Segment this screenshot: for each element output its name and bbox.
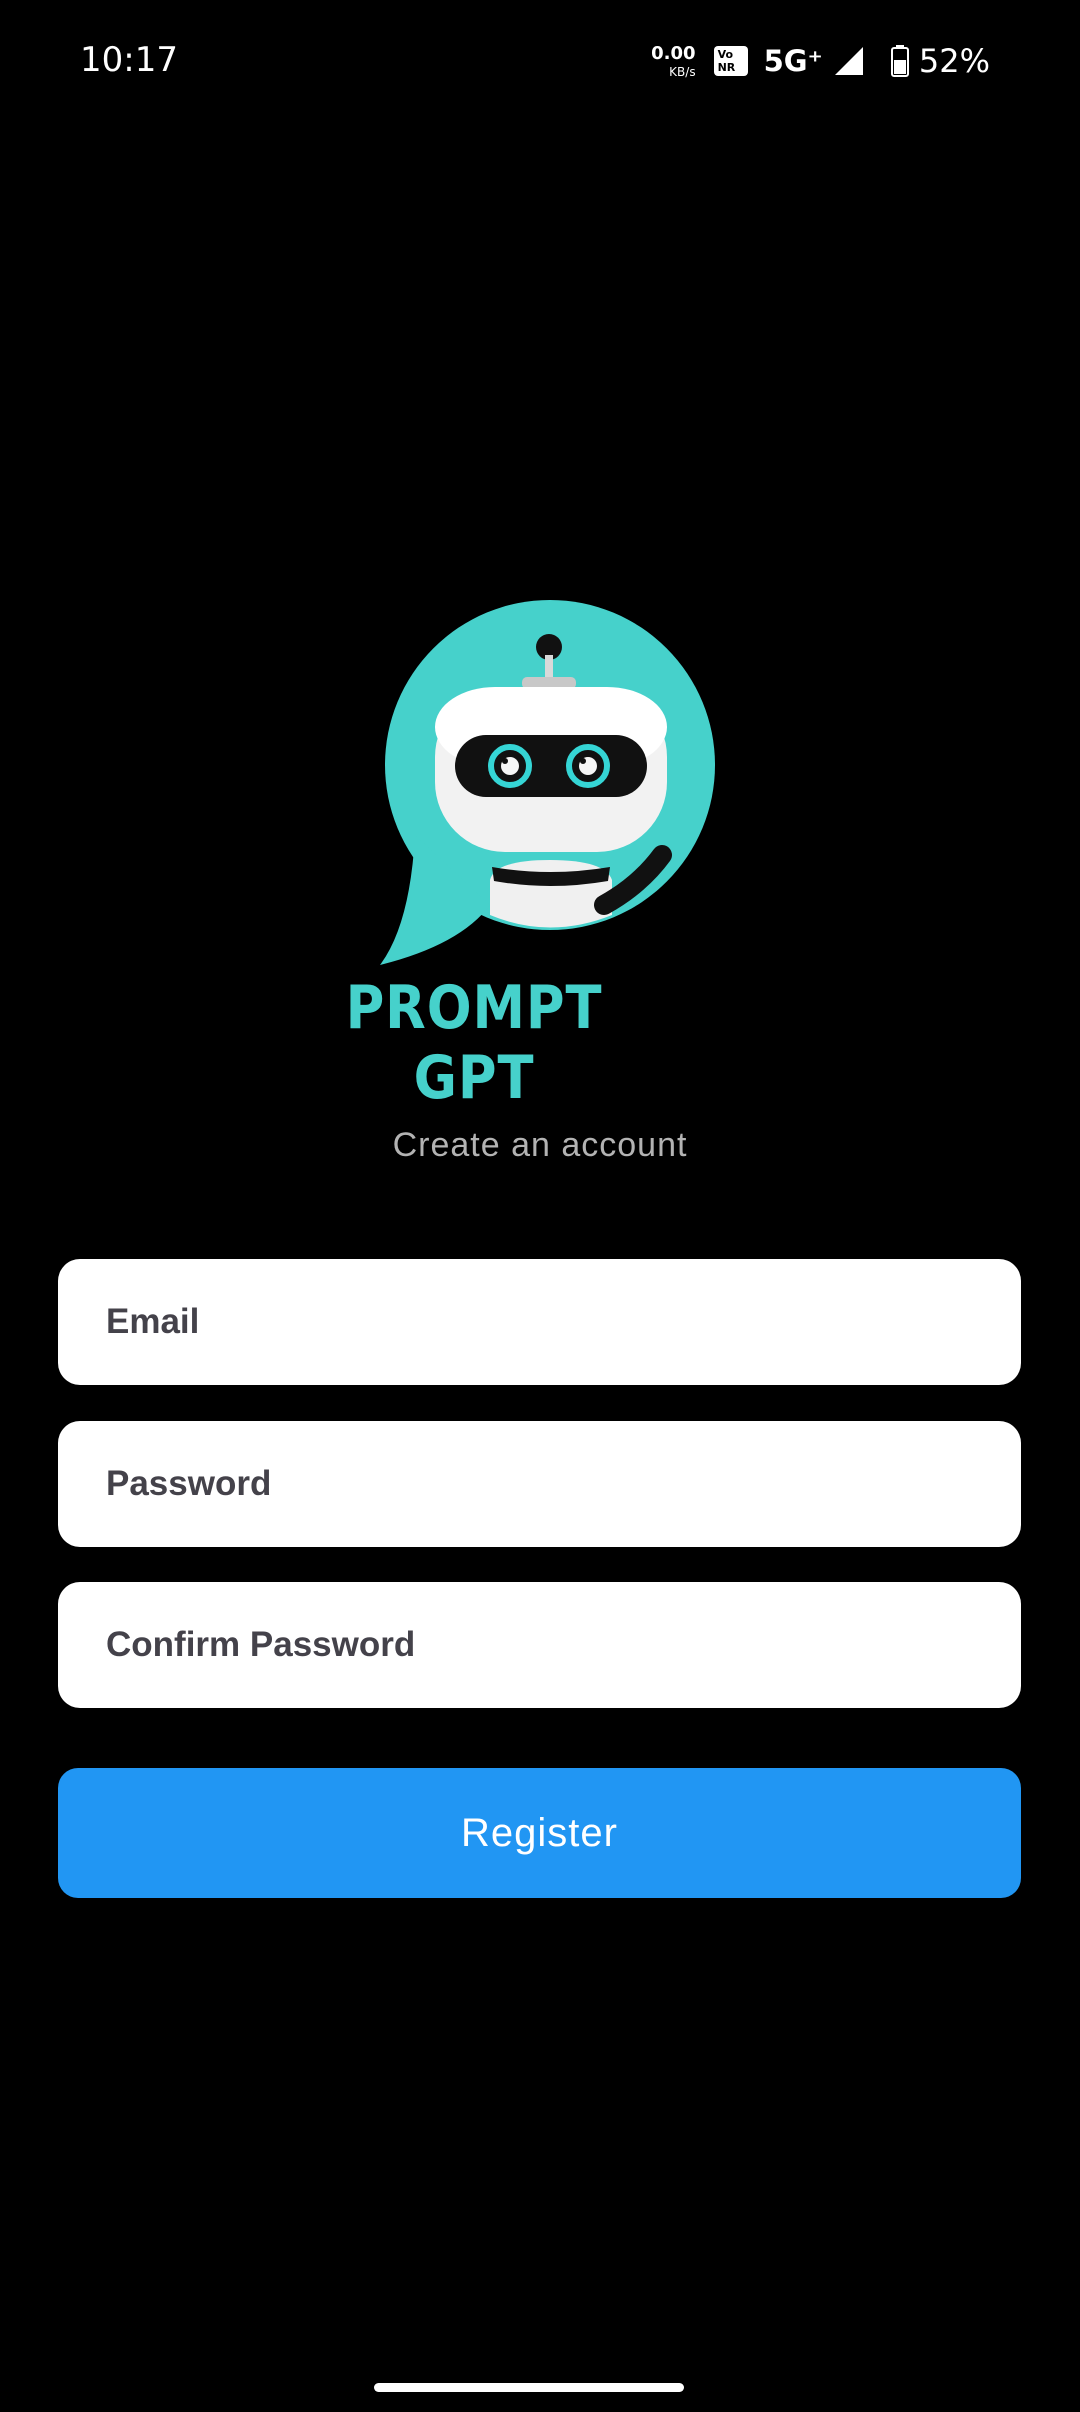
network-speed: 0.00 KB/s (651, 42, 696, 79)
home-indicator[interactable] (374, 2383, 684, 2392)
page-subtitle: Create an account (392, 1126, 688, 1164)
password-field[interactable] (58, 1421, 1021, 1547)
password-input[interactable] (104, 1463, 975, 1505)
vonr-icon: Vo NR (713, 46, 748, 76)
battery-percent: 52% (918, 42, 990, 80)
email-field[interactable] (58, 1259, 1021, 1385)
logo-text: PROMPT GPT (345, 973, 603, 1113)
status-bar: 10:17 0.00 KB/s Vo NR 5G⁺ 52% (0, 0, 1080, 126)
signal-icon (834, 47, 863, 75)
battery-icon (890, 45, 909, 77)
robot-logo-icon (380, 600, 715, 965)
network-type: 5G⁺ (763, 44, 823, 78)
app-logo: PROMPT GPT (320, 595, 720, 1113)
register-button[interactable]: Register (58, 1768, 1021, 1898)
status-icons: 0.00 KB/s Vo NR 5G⁺ 52% (651, 38, 990, 84)
vonr-bottom: NR (717, 61, 736, 74)
confirm-password-field[interactable] (58, 1582, 1021, 1708)
status-time: 10:17 (80, 40, 178, 80)
network-speed-unit: KB/s (669, 64, 696, 79)
confirm-password-input[interactable] (104, 1624, 975, 1666)
network-speed-value: 0.00 (651, 42, 696, 64)
vonr-top: Vo (717, 48, 734, 61)
email-input[interactable] (104, 1301, 975, 1343)
